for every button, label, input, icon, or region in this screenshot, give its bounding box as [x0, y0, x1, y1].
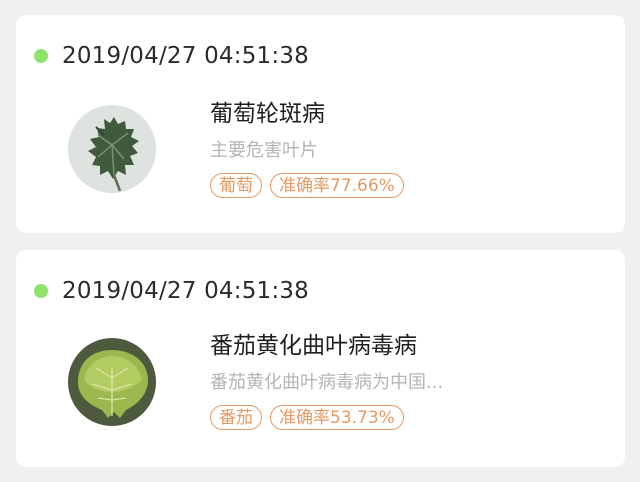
diagnosis-history-list: 2019/04/27 04:51:38 葡萄轮斑病 主要危害叶片 葡萄 准确率7… [0, 0, 640, 482]
record-tags: 葡萄 准确率77.66% [210, 173, 610, 198]
crop-tag: 番茄 [210, 405, 262, 430]
disease-name: 番茄黄化曲叶病毒病 [210, 333, 417, 359]
disease-description: 主要危害叶片 [210, 140, 318, 161]
accuracy-tag: 准确率53.73% [270, 405, 404, 430]
grape-leaf-icon [68, 105, 156, 193]
disease-description: 番茄黄化曲叶病毒病为中国... [210, 372, 444, 393]
record-header: 2019/04/27 04:51:38 [34, 274, 309, 308]
status-dot-icon [34, 284, 48, 298]
status-dot-icon [34, 49, 48, 63]
disease-name: 葡萄轮斑病 [210, 101, 325, 127]
record-info: 葡萄轮斑病 主要危害叶片 葡萄 准确率77.66% [210, 99, 610, 198]
tomato-leaf-image[interactable] [68, 338, 156, 426]
crop-tag: 葡萄 [210, 173, 262, 198]
diagnosis-record-card[interactable]: 2019/04/27 04:51:38 葡萄轮斑病 主要危害叶片 葡萄 准确率7… [16, 15, 625, 233]
diagnosis-record-card[interactable]: 2019/04/27 04:51:38 番茄黄化曲叶病毒病 番茄黄化曲叶病毒病为… [16, 250, 625, 467]
record-header: 2019/04/27 04:51:38 [34, 39, 309, 73]
tomato-leaf-icon [68, 338, 156, 426]
record-timestamp: 2019/04/27 04:51:38 [62, 278, 309, 304]
record-timestamp: 2019/04/27 04:51:38 [62, 43, 309, 69]
grape-leaf-image[interactable] [68, 105, 156, 193]
record-tags: 番茄 准确率53.73% [210, 405, 610, 430]
record-info: 番茄黄化曲叶病毒病 番茄黄化曲叶病毒病为中国... 番茄 准确率53.73% [210, 331, 610, 430]
accuracy-tag: 准确率77.66% [270, 173, 404, 198]
